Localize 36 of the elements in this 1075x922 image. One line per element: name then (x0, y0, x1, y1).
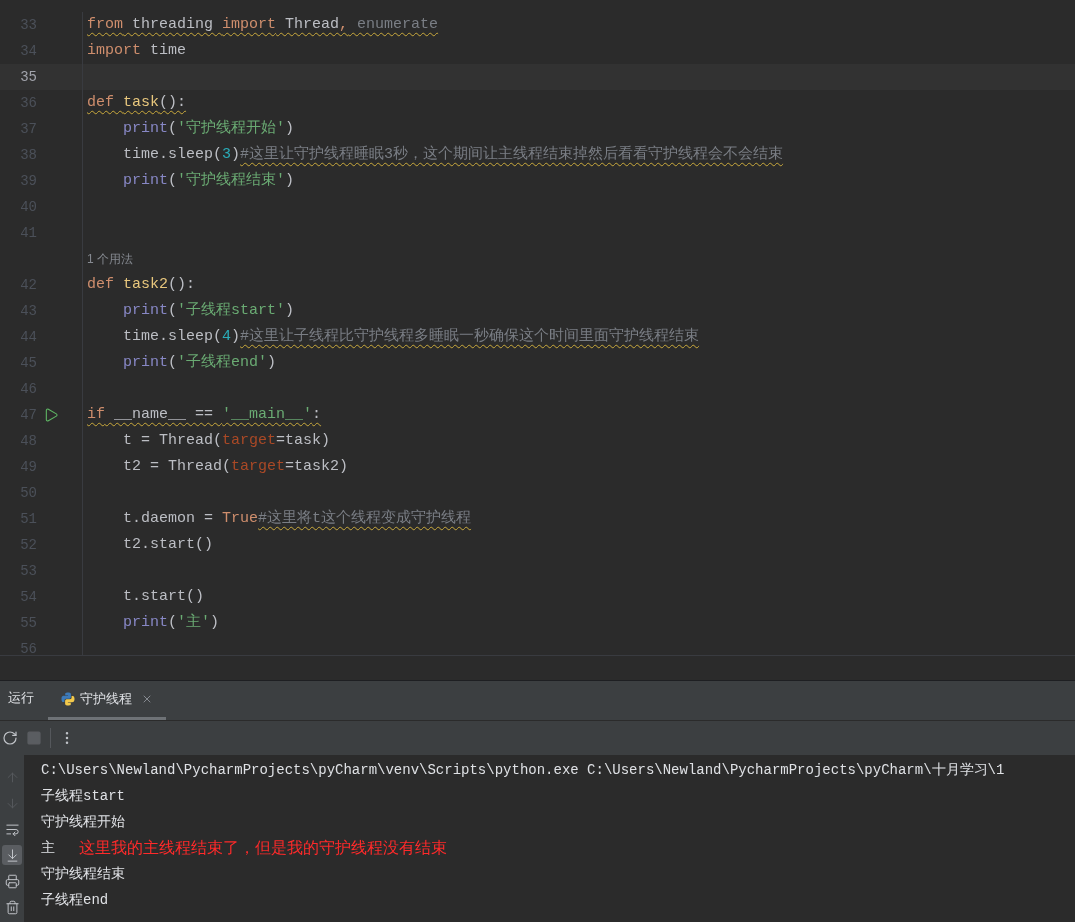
code-line: t2 = Thread(target=task2) (122, 457, 349, 477)
console-output-line: 子线程end (41, 890, 109, 910)
code-line: t.start() (122, 587, 205, 607)
code-line: from threading import Thread, enumerate (87, 15, 439, 35)
wrap-text-icon (4, 821, 20, 837)
code-line: print('主') (122, 612, 220, 633)
console-output-line: 子线程start (41, 786, 125, 806)
arrow-down-icon (4, 795, 20, 811)
code-line: time.sleep(3)#这里让守护线程睡眠3秒，这个期间让主线程结束掉然后看看守护线程会不会结束 (122, 144, 784, 165)
code-line: print('子线程end') (122, 352, 277, 373)
code-line: if __name__ == '__main__': (87, 405, 322, 425)
code-line: def task(): (87, 93, 187, 113)
panel-title: 运行 (8, 688, 34, 707)
rerun-icon[interactable] (2, 730, 18, 746)
code-line: print('子线程start') (122, 300, 295, 321)
code-line: t = Thread(target=task) (122, 431, 331, 451)
code-line: time.sleep(4)#这里让子线程比守护线程多睡眠一秒确保这个时间里面守护线程结束 (122, 326, 700, 347)
code-line: print('守护线程开始') (122, 118, 295, 139)
scroll-to-end-button[interactable] (2, 845, 22, 865)
code-line: def task2(): (87, 275, 196, 295)
console-output-line: 守护线程开始 (41, 812, 125, 832)
console-output-line: 守护线程结束 (41, 864, 125, 884)
code-line: print('守护线程结束') (122, 170, 295, 191)
usage-hint[interactable]: 1 个用法 (87, 250, 133, 268)
code-line: t.daemon = True#这里将t这个线程变成守护线程 (122, 508, 472, 529)
trash-icon (4, 899, 20, 915)
line-number: 35 (19, 67, 37, 87)
run-gutter-icon[interactable] (43, 407, 59, 423)
python-icon (61, 691, 75, 706)
tab-label: 守护线程 (80, 689, 132, 708)
annotation-text: 这里我的主线程结束了，但是我的守护线程没有结束 (79, 838, 447, 858)
printer-icon (4, 873, 20, 889)
console-output-line: C:\Users\Newland\PycharmProjects\pyCharm\venv\Scripts\python.exe C:\Users\Newland\PycharmProjects\pyCharm\十月学习\1 (41, 760, 1005, 780)
console-output-line: 主 (41, 838, 55, 858)
code-line: import time (87, 41, 187, 61)
code-line: t2.start() (122, 535, 214, 555)
